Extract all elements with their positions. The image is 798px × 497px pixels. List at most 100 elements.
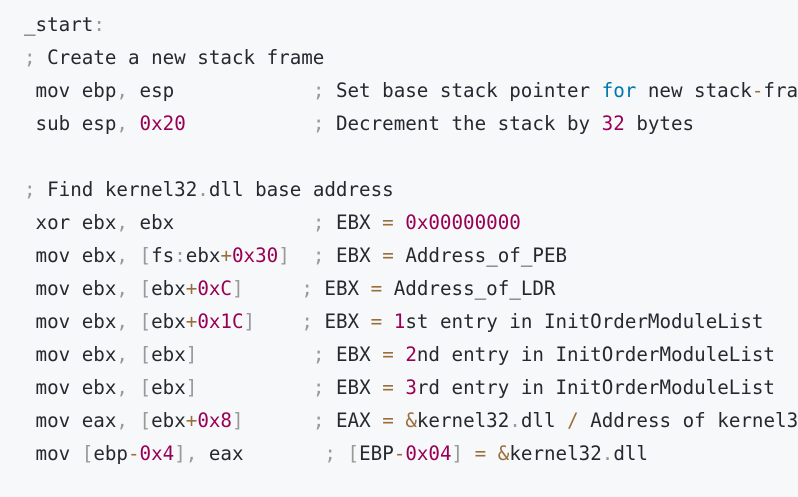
code-line: mov ebx, [ebx+0xC] ; EBX = Address_of_LD…: [24, 272, 798, 305]
punctuation-token: ,: [116, 409, 128, 432]
code-text: Decrement the stack by: [324, 112, 602, 135]
code-text: Set base stack pointer: [324, 79, 602, 102]
code-text: EBX: [324, 211, 383, 234]
code-line: ; Find kernel32.dll base address: [24, 173, 798, 206]
code-line: ​: [24, 140, 798, 173]
code-text: st entry in InitOrderModuleList: [405, 310, 764, 333]
punctuation-token: ]: [185, 376, 198, 399]
code-line: mov ebx, [ebx+0x1C] ; EBX = 1st entry in…: [24, 305, 798, 338]
punctuation-token: ;: [312, 112, 325, 135]
code-text: Create a new stack frame: [35, 46, 325, 69]
code-line: mov ebx, [fs:ebx+0x30] ; EBX = Address_o…: [24, 239, 798, 272]
code-line: mov [ebp-0x4], eax ; [EBP-0x04] = &kerne…: [24, 437, 798, 470]
punctuation-token: [: [139, 343, 152, 366]
number-token: 0x20: [139, 112, 186, 135]
code-text: EBX: [312, 277, 371, 300]
code-text: mov ebx: [24, 244, 117, 267]
operator-token: /: [567, 409, 579, 432]
code-text: new stack: [636, 79, 752, 102]
code-text: dll: [613, 442, 648, 465]
operator-token: =: [382, 409, 394, 432]
punctuation-token: ;: [312, 211, 325, 234]
punctuation-token: :: [174, 244, 186, 267]
code-text: EBX: [312, 310, 371, 333]
punctuation-token: ;: [312, 376, 325, 399]
number-token: 0x30: [232, 244, 279, 267]
code-text: mov: [24, 442, 82, 465]
punctuation-token: ,: [116, 244, 128, 267]
punctuation-token: :: [93, 13, 105, 36]
code-text: EAX: [324, 409, 383, 432]
code-text: kernel32: [416, 409, 510, 432]
code-text: esp: [127, 79, 313, 102]
code-text: _start: [24, 13, 94, 36]
punctuation-token: [: [81, 442, 94, 465]
punctuation-token: ;: [24, 178, 36, 201]
code-text: ebx: [151, 310, 186, 333]
code-text: fs: [151, 244, 175, 267]
code-text: mov eax: [24, 409, 117, 432]
code-line: _start:: [24, 8, 798, 41]
punctuation-token: ]: [185, 343, 198, 366]
punctuation-token: ,: [116, 343, 128, 366]
punctuation-token: ;: [312, 79, 325, 102]
operator-token: -: [393, 442, 406, 465]
code-text: ebp: [93, 442, 128, 465]
operator-token: =: [382, 376, 394, 399]
code-text: ebx: [127, 211, 313, 234]
code-text: sub esp: [24, 112, 117, 135]
code-text: Address of kernel32: [578, 409, 798, 432]
code-text: Address_of_LDR: [382, 277, 556, 300]
operator-token: &: [405, 409, 417, 432]
code-line: mov ebp, esp ; Set base stack pointer fo…: [24, 74, 798, 107]
code-text: mov ebp: [24, 79, 117, 102]
code-text: ebx: [151, 376, 186, 399]
number-token: 1: [393, 310, 406, 333]
code-text: kernel32: [509, 442, 602, 465]
code-line: mov ebx, [ebx] ; EBX = 2nd entry in Init…: [24, 338, 798, 371]
operator-token: =: [370, 277, 383, 300]
code-line: ; Create a new stack frame: [24, 41, 798, 74]
operator-token: =: [474, 442, 487, 465]
number-token: 0x4: [139, 442, 175, 465]
punctuation-token: .: [197, 178, 209, 201]
code-content: _start:; Create a new stack frame mov eb…: [24, 8, 798, 470]
code-text: dll: [520, 409, 568, 432]
operator-token: +: [220, 244, 232, 267]
punctuation-token: ]: [451, 442, 464, 465]
code-line: sub esp, 0x20 ; Decrement the stack by 3…: [24, 107, 798, 140]
punctuation-token: ;: [301, 310, 313, 333]
code-text: EBP: [359, 442, 394, 465]
punctuation-token: ,: [116, 211, 128, 234]
code-line: mov ebx, [ebx] ; EBX = 3rd entry in Init…: [24, 371, 798, 404]
operator-token: &: [497, 442, 510, 465]
code-line: mov eax, [ebx+0x8] ; EAX = &kernel32.dll…: [24, 404, 798, 437]
code-text: Address_of_PEB: [393, 244, 568, 267]
code-text: ebx: [185, 244, 221, 267]
operator-token: =: [382, 211, 394, 234]
punctuation-token: ;: [324, 442, 336, 465]
punctuation-token: ,: [116, 376, 128, 399]
punctuation-token: .: [509, 409, 521, 432]
operator-token: +: [185, 409, 198, 432]
code-text: ebx: [151, 409, 186, 432]
number-token: 0x1C: [197, 310, 244, 333]
operator-token: =: [382, 244, 394, 267]
code-text: EBX: [324, 376, 383, 399]
punctuation-token: ,: [116, 277, 128, 300]
